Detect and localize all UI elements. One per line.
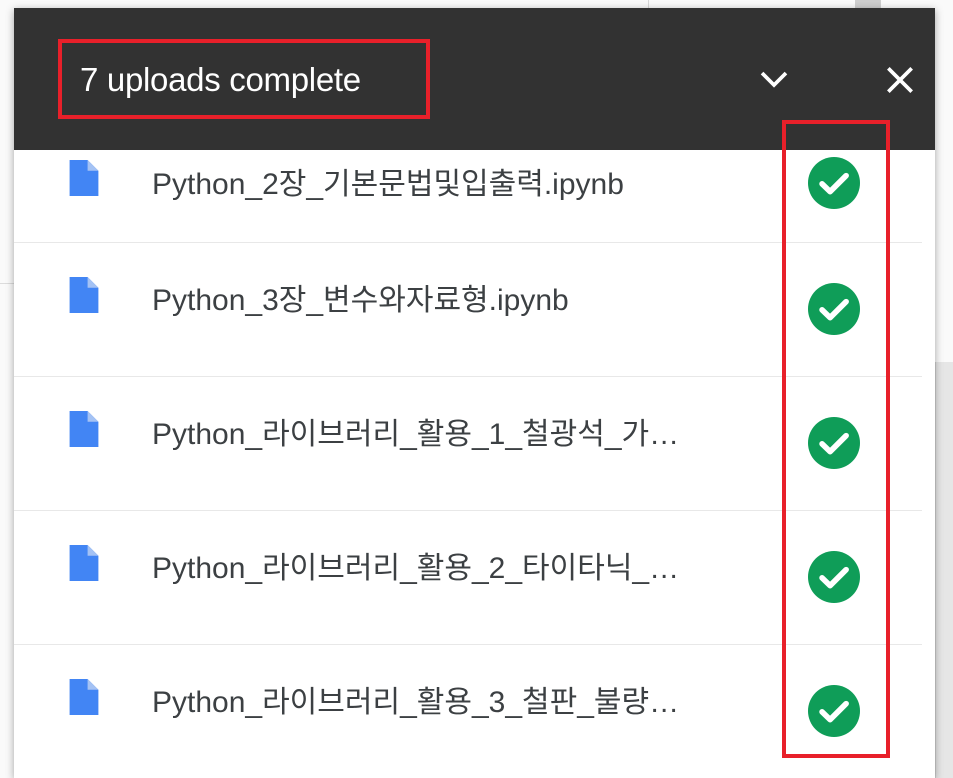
upload-progress-panel: 7 uploads complete Python_2장_기본문법및입출력.ip…	[14, 8, 935, 778]
panel-header: 7 uploads complete	[14, 8, 935, 150]
file-icon	[69, 277, 99, 313]
upload-file-row[interactable]: Python_라이브러리_활용_2_타이타닉_…	[14, 511, 922, 645]
check-circle-icon	[808, 283, 860, 335]
check-circle-icon	[808, 417, 860, 469]
close-icon	[887, 67, 913, 93]
file-name: Python_라이브러리_활용_2_타이타닉_…	[152, 552, 680, 585]
file-name: Python_라이브러리_활용_1_철광석_가…	[152, 418, 680, 451]
close-button[interactable]	[872, 52, 928, 108]
upload-file-row[interactable]: Python_라이브러리_활용_3_철판_불량…	[14, 645, 922, 778]
upload-file-row[interactable]: Python_라이브러리_활용_1_철광석_가…	[14, 377, 922, 511]
upload-file-list: Python_2장_기본문법및입출력.ipynb Python_3장_변수와자료…	[14, 150, 935, 778]
check-circle-icon	[808, 551, 860, 603]
chevron-down-icon	[760, 71, 788, 88]
check-circle-icon	[808, 685, 860, 737]
file-icon	[69, 679, 99, 715]
upload-file-row[interactable]: Python_2장_기본문법및입출력.ipynb	[14, 150, 922, 243]
file-icon	[69, 160, 99, 196]
background-scrollbar[interactable]	[935, 362, 953, 778]
panel-title: 7 uploads complete	[80, 61, 361, 98]
file-icon	[69, 411, 99, 447]
check-circle-icon	[808, 157, 860, 209]
file-name: Python_2장_기본문법및입출력.ipynb	[152, 168, 624, 201]
file-icon	[69, 545, 99, 581]
background-divider-left	[0, 283, 14, 284]
collapse-button[interactable]	[746, 52, 802, 108]
file-name: Python_라이브러리_활용_3_철판_불량…	[152, 686, 680, 719]
upload-file-row[interactable]: Python_3장_변수와자료형.ipynb	[14, 243, 922, 377]
file-name: Python_3장_변수와자료형.ipynb	[152, 284, 569, 317]
